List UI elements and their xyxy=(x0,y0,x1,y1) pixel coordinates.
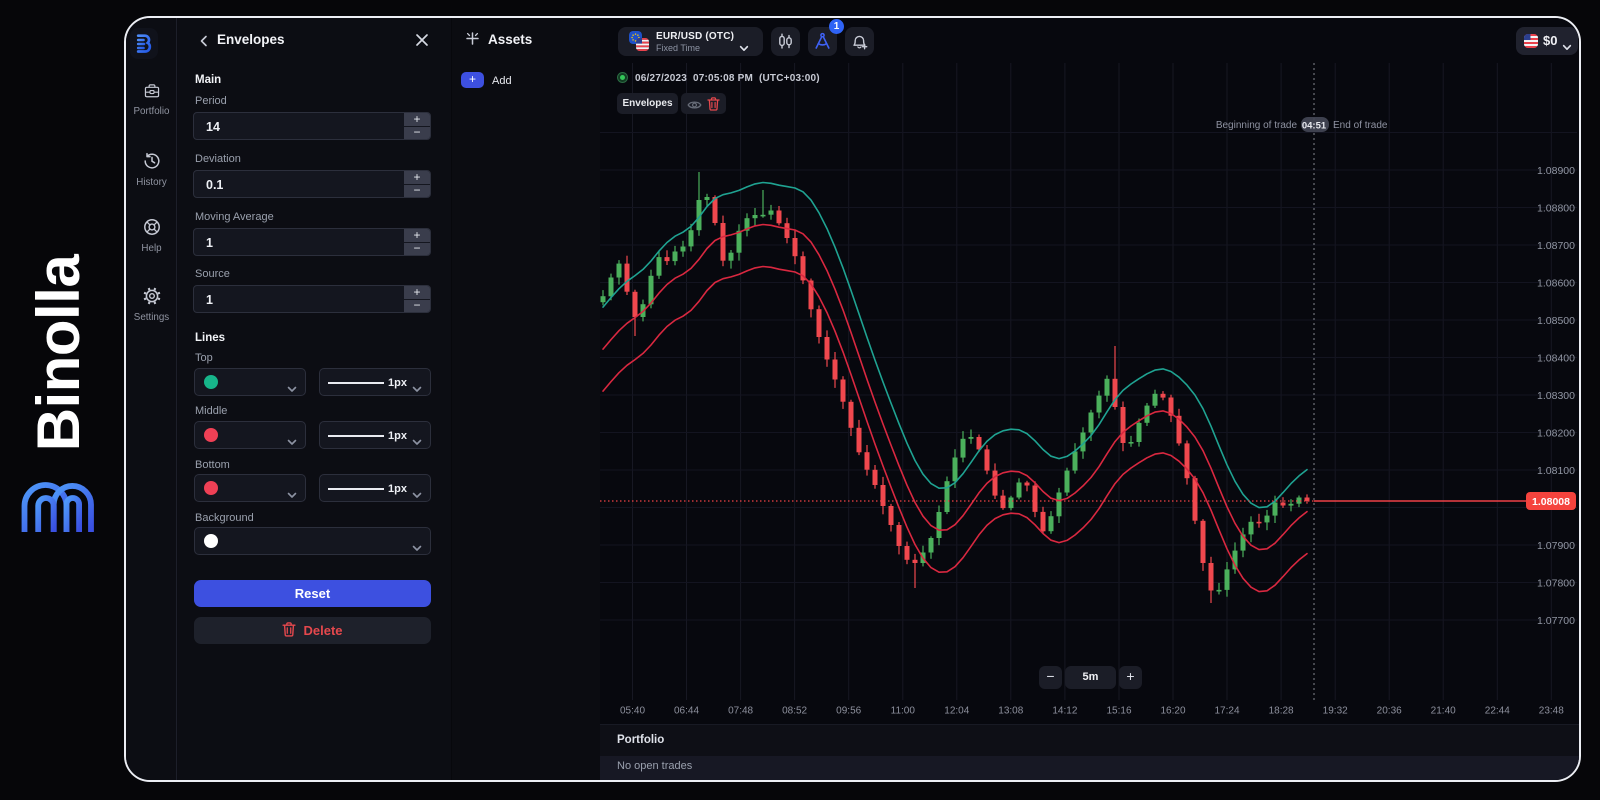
svg-text:16:20: 16:20 xyxy=(1160,706,1185,717)
svg-text:23:48: 23:48 xyxy=(1539,706,1564,717)
svg-text:1.07700: 1.07700 xyxy=(1537,615,1575,627)
svg-text:14:12: 14:12 xyxy=(1052,706,1077,717)
svg-text:04:51: 04:51 xyxy=(1302,121,1327,132)
svg-text:20:36: 20:36 xyxy=(1377,706,1402,717)
svg-text:08:52: 08:52 xyxy=(782,706,807,717)
svg-text:1.08008: 1.08008 xyxy=(1532,496,1570,508)
svg-text:22:44: 22:44 xyxy=(1485,706,1510,717)
svg-text:21:40: 21:40 xyxy=(1431,706,1456,717)
svg-text:13:08: 13:08 xyxy=(998,706,1023,717)
svg-text:18:28: 18:28 xyxy=(1269,706,1294,717)
svg-text:1.07900: 1.07900 xyxy=(1537,540,1575,552)
svg-text:12:04: 12:04 xyxy=(944,706,969,717)
svg-text:09:56: 09:56 xyxy=(836,706,861,717)
svg-text:End of trade: End of trade xyxy=(1333,120,1388,131)
svg-text:19:32: 19:32 xyxy=(1323,706,1348,717)
svg-text:1.07800: 1.07800 xyxy=(1537,578,1575,590)
svg-text:1.08200: 1.08200 xyxy=(1537,428,1575,440)
svg-text:1.08100: 1.08100 xyxy=(1537,465,1575,477)
svg-text:1.08900: 1.08900 xyxy=(1537,165,1575,177)
svg-text:11:00: 11:00 xyxy=(891,706,916,717)
svg-text:06:44: 06:44 xyxy=(674,706,699,717)
svg-text:1.08500: 1.08500 xyxy=(1537,315,1575,327)
svg-text:15:16: 15:16 xyxy=(1106,706,1131,717)
svg-text:05:40: 05:40 xyxy=(620,706,645,717)
svg-text:17:24: 17:24 xyxy=(1214,706,1239,717)
svg-text:1.08600: 1.08600 xyxy=(1537,278,1575,290)
svg-text:1.08300: 1.08300 xyxy=(1537,390,1575,402)
svg-text:1.08400: 1.08400 xyxy=(1537,353,1575,365)
svg-text:1.08800: 1.08800 xyxy=(1537,203,1575,215)
svg-text:07:48: 07:48 xyxy=(728,706,753,717)
svg-text:1.08700: 1.08700 xyxy=(1537,240,1575,252)
svg-text:Beginning of trade: Beginning of trade xyxy=(1216,120,1298,131)
